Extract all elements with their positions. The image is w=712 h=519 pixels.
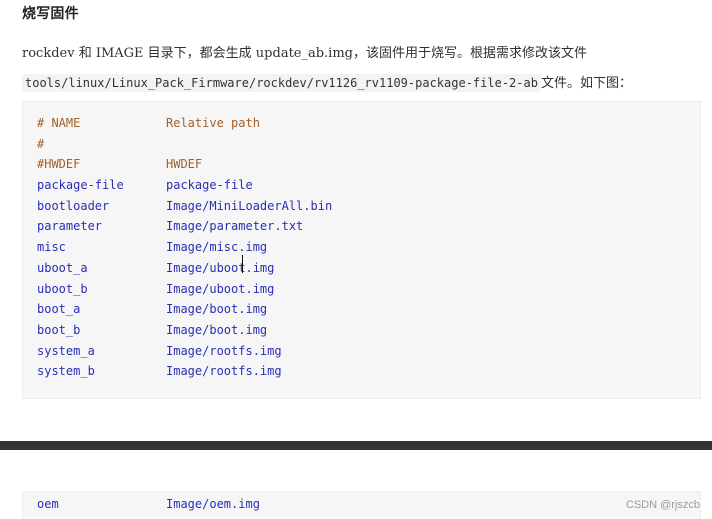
page-divider bbox=[0, 441, 712, 450]
code-line: system_b Image/rootfs.img bbox=[37, 361, 332, 382]
code-key: boot_b bbox=[37, 322, 81, 337]
code-key: uboot_a bbox=[37, 260, 88, 275]
code-key: # bbox=[37, 136, 45, 151]
description-paragraph: rockdev 和 IMAGE 目录下，都会生成 update_ab.img，该… bbox=[22, 39, 702, 99]
inline-code-path[interactable]: tools/linux/Linux_Pack_Firmware/rockdev/… bbox=[22, 74, 541, 92]
code-key: oem bbox=[37, 497, 59, 511]
code-value: Image/uboot.img bbox=[166, 260, 275, 275]
code-block-continued[interactable]: oem Image/oem.img bbox=[22, 491, 701, 519]
code-line: boot_a Image/boot.img bbox=[37, 299, 332, 320]
code-value: package-file bbox=[166, 178, 253, 193]
code-line: parameter Image/parameter.txt bbox=[37, 216, 332, 237]
code-key: package-file bbox=[37, 178, 124, 193]
article-page: 烧写固件 rockdev 和 IMAGE 目录下，都会生成 update_ab.… bbox=[0, 0, 712, 519]
code-key: uboot_b bbox=[37, 281, 88, 296]
section-heading: 烧写固件 bbox=[22, 6, 79, 22]
code-key: #HWDEF bbox=[37, 157, 81, 172]
code-value: Image/oem.img bbox=[166, 497, 260, 511]
code-block[interactable]: # NAME Relative path # #HWDEF HWDEF packag… bbox=[22, 101, 701, 399]
code-line-comment: # bbox=[37, 134, 332, 155]
code-line: oem Image/oem.img bbox=[37, 494, 260, 515]
code-value: Image/rootfs.img bbox=[166, 364, 282, 379]
code-line: boot_b Image/boot.img bbox=[37, 320, 332, 341]
code-value: Image/misc.img bbox=[166, 240, 268, 255]
code-key: parameter bbox=[37, 219, 103, 234]
code-key: bootloader bbox=[37, 198, 110, 213]
code-line-comment: # NAME Relative path bbox=[37, 113, 332, 134]
code-lines: # NAME Relative path # #HWDEF HWDEF packag… bbox=[37, 113, 332, 382]
code-value: Image/MiniLoaderAll.bin bbox=[166, 198, 333, 213]
description-line-2: tools/linux/Linux_Pack_Firmware/rockdev/… bbox=[22, 69, 702, 99]
code-value: Image/rootfs.img bbox=[166, 343, 282, 358]
code-value: Image/parameter.txt bbox=[166, 219, 304, 234]
code-line: misc Image/misc.img bbox=[37, 237, 332, 258]
code-line: system_a Image/rootfs.img bbox=[37, 341, 332, 362]
code-value: Image/boot.img bbox=[166, 302, 268, 317]
code-value: HWDEF bbox=[166, 157, 203, 172]
code-key: boot_a bbox=[37, 302, 81, 317]
code-key: system_b bbox=[37, 364, 95, 379]
description-line-1: rockdev 和 IMAGE 目录下，都会生成 update_ab.img，该… bbox=[22, 46, 587, 61]
code-line: uboot_a Image/uboot.img bbox=[37, 258, 332, 279]
code-line: bootloader Image/MiniLoaderAll.bin bbox=[37, 196, 332, 217]
code-value: Relative path bbox=[166, 116, 260, 130]
code-value: Image/uboot.img bbox=[166, 281, 275, 296]
code-line: package-file package-file bbox=[37, 175, 332, 196]
code-key: misc bbox=[37, 240, 66, 255]
code-line: uboot_b Image/uboot.img bbox=[37, 279, 332, 300]
code-key: # NAME bbox=[37, 116, 81, 130]
code-value: Image/boot.img bbox=[166, 322, 268, 337]
description-suffix: 文件。如下图： bbox=[540, 76, 632, 91]
watermark: CSDN @rjszcb bbox=[625, 499, 700, 511]
text-cursor bbox=[242, 255, 243, 273]
code-line-comment: #HWDEF HWDEF bbox=[37, 154, 332, 175]
code-key: system_a bbox=[37, 343, 95, 358]
